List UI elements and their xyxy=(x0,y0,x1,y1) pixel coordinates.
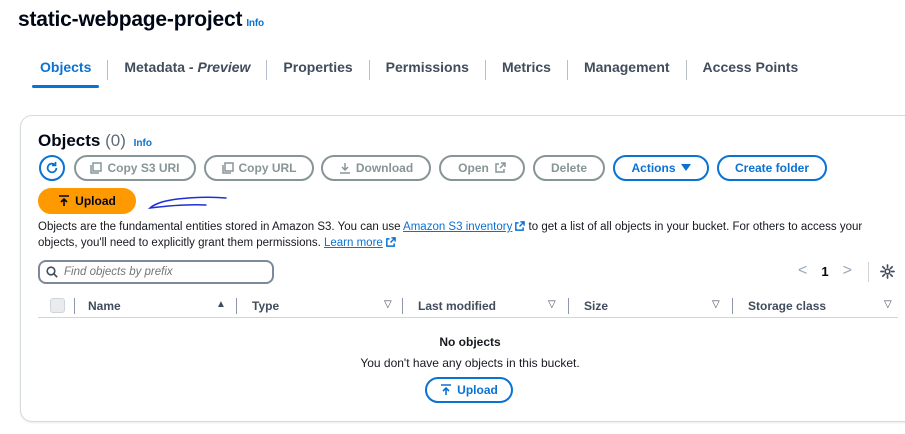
empty-state-upload-button[interactable]: Upload xyxy=(425,377,513,403)
download-label: Download xyxy=(355,161,414,175)
create-folder-label: Create folder xyxy=(734,161,810,175)
search-icon xyxy=(46,266,58,278)
column-divider xyxy=(568,298,569,314)
tab-management[interactable]: Management xyxy=(568,52,686,88)
sort-icon[interactable]: ▽ xyxy=(884,299,892,310)
column-header-last-modified[interactable]: Last modified xyxy=(418,299,496,313)
bucket-tabs: Objects Metadata - Preview Properties Pe… xyxy=(24,52,814,88)
download-icon xyxy=(339,163,350,174)
tab-access-points[interactable]: Access Points xyxy=(687,52,815,88)
sort-icon[interactable]: ▽ xyxy=(384,299,392,310)
copy-icon xyxy=(221,162,234,174)
column-divider xyxy=(74,298,75,314)
gear-icon[interactable] xyxy=(880,264,895,279)
bucket-name: static-webpage-project xyxy=(18,8,243,31)
tab-metadata-preview: Preview xyxy=(197,59,251,75)
upload-icon xyxy=(59,195,70,206)
tab-metadata-label: Metadata - xyxy=(124,59,198,75)
s3-inventory-link[interactable]: Amazon S3 inventory xyxy=(403,221,512,233)
search-input[interactable] xyxy=(64,266,254,278)
open-label: Open xyxy=(458,161,489,175)
column-divider xyxy=(236,298,237,314)
sort-ascending-icon[interactable]: ▲ xyxy=(216,299,226,310)
column-header-type[interactable]: Type xyxy=(252,299,279,313)
objects-heading: Objects (0) Info xyxy=(38,131,152,151)
objects-description: Objects are the fundamental entities sto… xyxy=(38,219,898,251)
search-box[interactable] xyxy=(38,260,274,284)
column-header-storage-class[interactable]: Storage class xyxy=(748,299,826,313)
create-folder-button[interactable]: Create folder xyxy=(717,155,827,181)
copy-s3-uri-button[interactable]: Copy S3 URI xyxy=(74,155,196,181)
copy-icon xyxy=(90,162,103,174)
caret-down-icon xyxy=(680,164,691,171)
next-page-button[interactable]: > xyxy=(843,262,852,280)
objects-info-link[interactable]: Info xyxy=(134,138,152,149)
copy-url-label: Copy URL xyxy=(238,161,297,175)
page-title: static-webpage-project Info xyxy=(18,8,264,32)
empty-state-title: No objects xyxy=(439,335,501,349)
tab-permissions[interactable]: Permissions xyxy=(370,52,485,88)
tab-metrics[interactable]: Metrics xyxy=(486,52,567,88)
title-info-link[interactable]: Info xyxy=(246,18,264,29)
refresh-icon xyxy=(46,161,58,174)
sort-icon[interactable]: ▽ xyxy=(712,299,720,310)
empty-state-subtitle: You don't have any objects in this bucke… xyxy=(360,356,580,370)
external-link-icon xyxy=(515,221,526,231)
column-header-name[interactable]: Name xyxy=(88,299,121,313)
copy-url-button[interactable]: Copy URL xyxy=(204,155,314,181)
current-page-number[interactable]: 1 xyxy=(821,264,828,279)
column-header-size[interactable]: Size xyxy=(584,299,608,313)
refresh-button[interactable] xyxy=(39,155,65,181)
actions-dropdown[interactable]: Actions xyxy=(613,155,709,181)
empty-state-upload-label: Upload xyxy=(457,383,498,397)
column-divider xyxy=(732,298,733,314)
objects-table-header: Name ▲ Type ▽ Last modified ▽ Size ▽ Sto… xyxy=(38,294,898,318)
download-button[interactable]: Download xyxy=(321,155,431,181)
pagination: < 1 > xyxy=(798,262,852,280)
previous-page-button[interactable]: < xyxy=(798,262,807,280)
tab-objects[interactable]: Objects xyxy=(24,52,107,88)
delete-button[interactable]: Delete xyxy=(533,155,605,181)
pager-divider xyxy=(868,262,869,282)
upload-icon xyxy=(441,384,452,395)
description-text-1: Objects are the fundamental entities sto… xyxy=(38,221,404,233)
tab-metadata[interactable]: Metadata - Preview xyxy=(108,52,266,88)
actions-label: Actions xyxy=(631,161,676,175)
copy-s3-uri-label: Copy S3 URI xyxy=(107,161,180,175)
tab-properties[interactable]: Properties xyxy=(267,52,368,88)
handwritten-arrow-annotation xyxy=(147,196,227,210)
upload-label: Upload xyxy=(75,194,116,208)
sort-icon[interactable]: ▽ xyxy=(548,299,556,310)
objects-count: (0) xyxy=(105,131,126,150)
column-divider xyxy=(402,298,403,314)
learn-more-link[interactable]: Learn more xyxy=(324,237,383,249)
open-button[interactable]: Open xyxy=(439,155,525,181)
external-link-icon xyxy=(495,162,506,173)
objects-heading-label: Objects xyxy=(38,131,101,150)
upload-button[interactable]: Upload xyxy=(38,188,136,214)
delete-label: Delete xyxy=(550,161,588,175)
external-link-icon xyxy=(385,237,396,247)
select-all-checkbox[interactable] xyxy=(50,298,65,313)
